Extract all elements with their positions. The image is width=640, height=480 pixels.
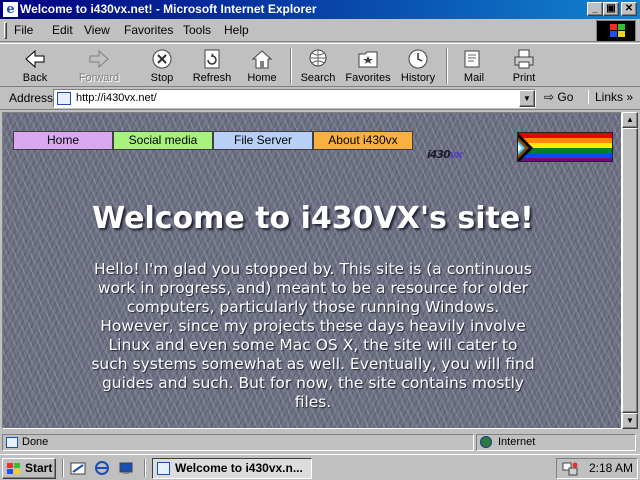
windows-logo-icon [7, 463, 21, 475]
go-arrow-icon: ⇨ [544, 90, 555, 104]
quicklaunch-outlook-icon[interactable] [70, 460, 86, 476]
scroll-thumb[interactable] [622, 128, 638, 413]
scroll-up-icon[interactable]: ▲ [622, 112, 638, 128]
search-globe-icon [309, 49, 327, 67]
page-heading: Welcome to i430VX's site! [92, 201, 534, 236]
stop-button[interactable]: Stop [140, 46, 184, 86]
menu-edit[interactable]: Edit [52, 23, 73, 37]
start-button[interactable]: Start [2, 458, 56, 479]
clock[interactable]: 2:18 AM [589, 459, 633, 478]
network-tray-icon[interactable] [562, 461, 578, 477]
print-button[interactable]: Print [502, 46, 546, 86]
quicklaunch-ie-icon[interactable] [94, 460, 110, 476]
standard-toolbar: Back ▼ Forward ▼ Stop Refresh Home Searc… [0, 43, 640, 109]
status-text-cell: Done [2, 434, 474, 451]
status-text: Done [22, 436, 49, 448]
forward-button[interactable]: Forward [76, 46, 122, 86]
address-label: Address [9, 91, 54, 105]
taskbar-ie-window[interactable]: Welcome to i430vx.n... [152, 458, 312, 479]
page-icon [57, 92, 71, 105]
menu-view[interactable]: View [84, 23, 110, 37]
mail-icon [464, 50, 480, 68]
back-arrow-icon [25, 49, 45, 69]
nav-file-server[interactable]: File Server [213, 131, 313, 150]
quicklaunch-desktop-icon[interactable] [118, 460, 134, 476]
zone-text: Internet [498, 436, 536, 448]
close-button[interactable]: ✕ [621, 2, 637, 16]
address-bar: Address http://i430vx.net/ ▼ ⇨ Go Links … [0, 88, 640, 110]
status-bar: Done Internet [0, 432, 640, 452]
system-tray: 2:18 AM [556, 458, 638, 479]
address-url[interactable]: http://i430vx.net/ [76, 92, 157, 104]
ie-page-icon [157, 462, 170, 475]
address-field[interactable]: http://i430vx.net/ ▼ [53, 89, 536, 108]
search-button[interactable]: Search [296, 46, 340, 86]
mail-button[interactable]: Mail [452, 46, 496, 86]
refresh-icon [204, 49, 220, 69]
minimize-button[interactable]: _ [587, 2, 603, 16]
home-icon [251, 50, 273, 69]
nav-about[interactable]: About i430vx [313, 131, 413, 150]
menu-favorites[interactable]: Favorites [124, 23, 173, 37]
links-button[interactable]: Links » [588, 90, 638, 104]
windows-throbber-icon [596, 20, 636, 42]
favorites-button[interactable]: Favorites [344, 46, 392, 86]
site-logo: i430vx [427, 148, 463, 161]
history-button[interactable]: History [396, 46, 440, 86]
menu-file[interactable]: File [14, 23, 33, 37]
favorites-folder-icon [358, 51, 378, 68]
ie-logo-icon: e [3, 2, 18, 17]
forward-arrow-icon [89, 49, 109, 69]
page-done-icon [6, 437, 18, 448]
nav-home[interactable]: Home [13, 131, 113, 150]
home-button[interactable]: Home [240, 46, 284, 86]
page-viewport: Home Social media File Server About i430… [2, 112, 622, 429]
scroll-down-icon[interactable]: ▼ [622, 413, 638, 429]
window-title: Welcome to i430vx.net! - Microsoft Inter… [20, 2, 317, 16]
pride-flag-image [517, 132, 613, 162]
intro-paragraph: Hello! I'm glad you stopped by. This sit… [91, 260, 535, 411]
chevron-right-icon: » [626, 90, 634, 104]
menu-tools[interactable]: Tools [183, 23, 211, 37]
refresh-button[interactable]: Refresh [190, 46, 234, 86]
printer-icon [514, 49, 534, 69]
internet-globe-icon [480, 436, 492, 448]
nav-social-media[interactable]: Social media [113, 131, 213, 150]
go-button[interactable]: ⇨ Go [544, 90, 573, 104]
maximize-button[interactable]: ▣ [603, 2, 619, 16]
stop-icon [152, 49, 172, 69]
taskbar: Start Welcome to i430vx.n... 2:18 AM [0, 454, 640, 480]
menu-help[interactable]: Help [224, 23, 249, 37]
site-nav: Home Social media File Server About i430… [13, 131, 413, 151]
zone-cell: Internet [476, 434, 636, 451]
history-clock-icon [408, 49, 428, 69]
vertical-scrollbar[interactable]: ▲ ▼ [622, 112, 638, 429]
address-dropdown-icon[interactable]: ▼ [519, 90, 535, 107]
menubar-grip[interactable] [4, 22, 7, 39]
back-button[interactable]: Back [12, 46, 58, 86]
window-title-bar[interactable]: e Welcome to i430vx.net! - Microsoft Int… [0, 0, 640, 19]
menu-bar: File Edit View Favorites Tools Help [0, 19, 640, 42]
